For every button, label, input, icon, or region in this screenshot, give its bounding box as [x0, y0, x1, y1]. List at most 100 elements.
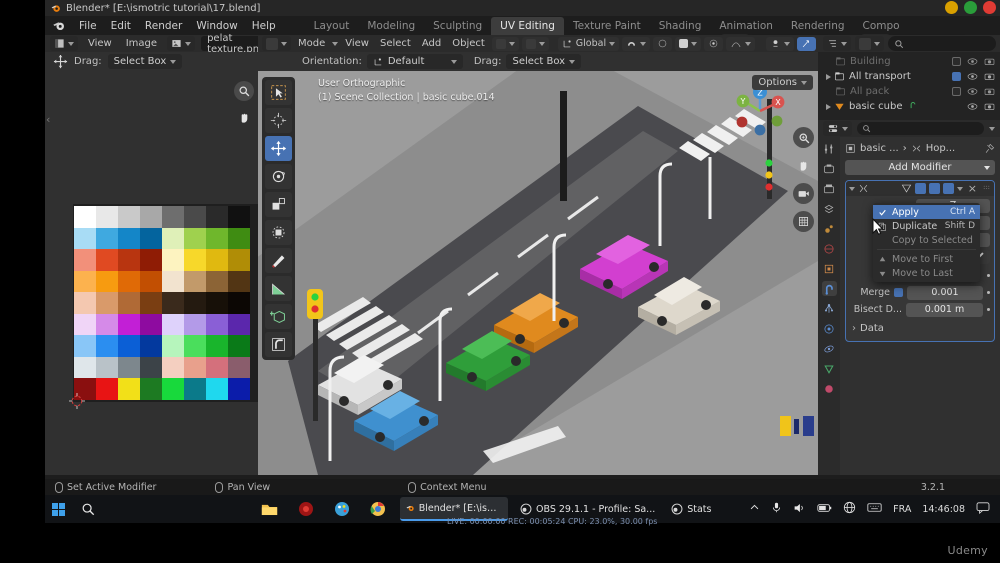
menu-render[interactable]: Render — [138, 18, 189, 34]
tab-tool[interactable] — [822, 141, 837, 156]
close-icon[interactable] — [983, 1, 996, 14]
palette-swatch[interactable] — [228, 227, 250, 249]
palette-swatch[interactable] — [140, 335, 162, 357]
palette-swatch[interactable] — [162, 206, 184, 228]
search-icon[interactable] — [79, 501, 96, 518]
palette-swatch[interactable] — [74, 313, 96, 335]
modifier-panel[interactable]: × Z Z Z — [845, 180, 995, 342]
menu-edit[interactable]: Edit — [104, 18, 138, 34]
merge-value-field[interactable]: 0.001 — [907, 285, 983, 300]
file-explorer-icon[interactable] — [261, 501, 278, 518]
menu-item-copy-to-selected[interactable]: Copy to Selected — [873, 233, 980, 247]
tab-particles[interactable] — [822, 301, 837, 316]
gizmo-toggle[interactable] — [797, 36, 817, 51]
speaker-icon[interactable] — [793, 502, 806, 517]
tab-constraints[interactable] — [822, 341, 837, 356]
zoom-icon[interactable] — [793, 127, 814, 148]
palette-swatch[interactable] — [96, 249, 118, 271]
palette-swatch[interactable] — [96, 227, 118, 249]
tab-uv-editing[interactable]: UV Editing — [491, 16, 564, 35]
vp-menu-add[interactable]: Add — [418, 38, 445, 49]
options-dropdown[interactable]: Options — [752, 75, 813, 90]
palette-swatch[interactable] — [206, 313, 228, 335]
palette-swatch[interactable] — [206, 249, 228, 271]
drag-handle-icon[interactable] — [982, 184, 991, 193]
tweak-select-box-icon[interactable] — [265, 80, 292, 105]
palette-swatch[interactable] — [162, 227, 184, 249]
pan-hand-icon[interactable] — [234, 107, 254, 127]
camera-icon[interactable] — [984, 71, 995, 82]
camera-icon[interactable] — [984, 86, 995, 97]
palette-swatch[interactable] — [206, 356, 228, 378]
tab-view-layer[interactable] — [822, 201, 837, 216]
palette-swatch[interactable] — [118, 292, 140, 314]
palette-swatch[interactable] — [96, 335, 118, 357]
palette-swatch[interactable] — [206, 227, 228, 249]
tab-render[interactable] — [822, 161, 837, 176]
cursor-icon[interactable] — [265, 108, 292, 133]
palette-swatch[interactable] — [184, 227, 206, 249]
uv-editor[interactable]: ‹ — [45, 71, 258, 475]
palette-swatch[interactable] — [206, 206, 228, 228]
modifier-data-section[interactable]: › Data — [852, 323, 988, 334]
tab-texture-paint[interactable]: Texture Paint — [564, 17, 650, 35]
snap-target-button[interactable] — [704, 36, 724, 51]
menu-item-move-to-first[interactable]: Move to First — [873, 252, 980, 266]
palette-swatch[interactable] — [74, 270, 96, 292]
menu-item-apply[interactable]: Apply Ctrl A — [873, 205, 980, 219]
palette-swatch[interactable] — [118, 249, 140, 271]
palette-swatch[interactable] — [206, 292, 228, 314]
rotate-icon[interactable] — [265, 164, 292, 189]
render-display-icon[interactable] — [928, 183, 940, 194]
palette-swatch[interactable] — [140, 292, 162, 314]
microphone-icon[interactable] — [771, 501, 782, 517]
tab-world[interactable] — [822, 241, 837, 256]
chevron-down-icon[interactable] — [956, 186, 963, 191]
language-indicator[interactable]: FRA — [893, 504, 911, 515]
palette-swatch[interactable] — [184, 356, 206, 378]
palette-swatch[interactable] — [118, 335, 140, 357]
add-modifier-button[interactable]: Add Modifier — [845, 160, 995, 175]
palette-swatch[interactable] — [206, 270, 228, 292]
uv-menu-view[interactable]: View — [84, 38, 116, 49]
pin-icon[interactable] — [984, 143, 995, 154]
uv-drag-dropdown[interactable]: Select Box — [107, 54, 183, 69]
vp-menu-select[interactable]: Select — [376, 38, 415, 49]
palette-swatch[interactable] — [228, 206, 250, 228]
recorder-icon[interactable] — [297, 501, 314, 518]
move-icon[interactable] — [265, 136, 292, 161]
tab-output[interactable] — [822, 181, 837, 196]
tab-layout[interactable]: Layout — [305, 17, 359, 35]
palette-swatch[interactable] — [140, 227, 162, 249]
palette-swatch[interactable] — [162, 292, 184, 314]
zoom-icon[interactable] — [234, 81, 254, 101]
palette-swatch[interactable] — [74, 249, 96, 271]
palette-swatch[interactable] — [74, 292, 96, 314]
navigation-gizmo[interactable]: Z Y X — [730, 81, 790, 141]
edit-mode-icon[interactable] — [901, 183, 912, 194]
palette-swatch[interactable] — [228, 270, 250, 292]
palette-swatch[interactable] — [96, 292, 118, 314]
mode-dropdown[interactable]: Mode — [294, 38, 329, 49]
tab-material[interactable] — [822, 381, 837, 396]
proportional-edit-button[interactable] — [653, 36, 673, 51]
menu-help[interactable]: Help — [245, 18, 283, 34]
palette-swatch[interactable] — [74, 206, 96, 228]
palette-swatch[interactable] — [162, 335, 184, 357]
transform-icon[interactable] — [265, 220, 292, 245]
pivot-point-button[interactable] — [675, 36, 702, 51]
palette-swatch[interactable] — [228, 292, 250, 314]
bisect-value-field[interactable]: 0.001 m — [906, 302, 983, 317]
outliner-search-input[interactable] — [888, 36, 996, 51]
animate-dot[interactable] — [987, 291, 990, 294]
falloff-button[interactable] — [726, 36, 756, 51]
menu-window[interactable]: Window — [189, 18, 244, 34]
blender-menu-icon[interactable] — [52, 19, 66, 32]
palette-swatch[interactable] — [184, 249, 206, 271]
palette-swatch[interactable] — [162, 249, 184, 271]
palette-swatch[interactable] — [74, 227, 96, 249]
orientation-dropdown[interactable]: Default — [366, 54, 463, 69]
palette-swatch[interactable] — [162, 270, 184, 292]
outliner-row-building[interactable]: Building — [818, 54, 1000, 69]
windows-start-icon[interactable] — [52, 502, 65, 516]
